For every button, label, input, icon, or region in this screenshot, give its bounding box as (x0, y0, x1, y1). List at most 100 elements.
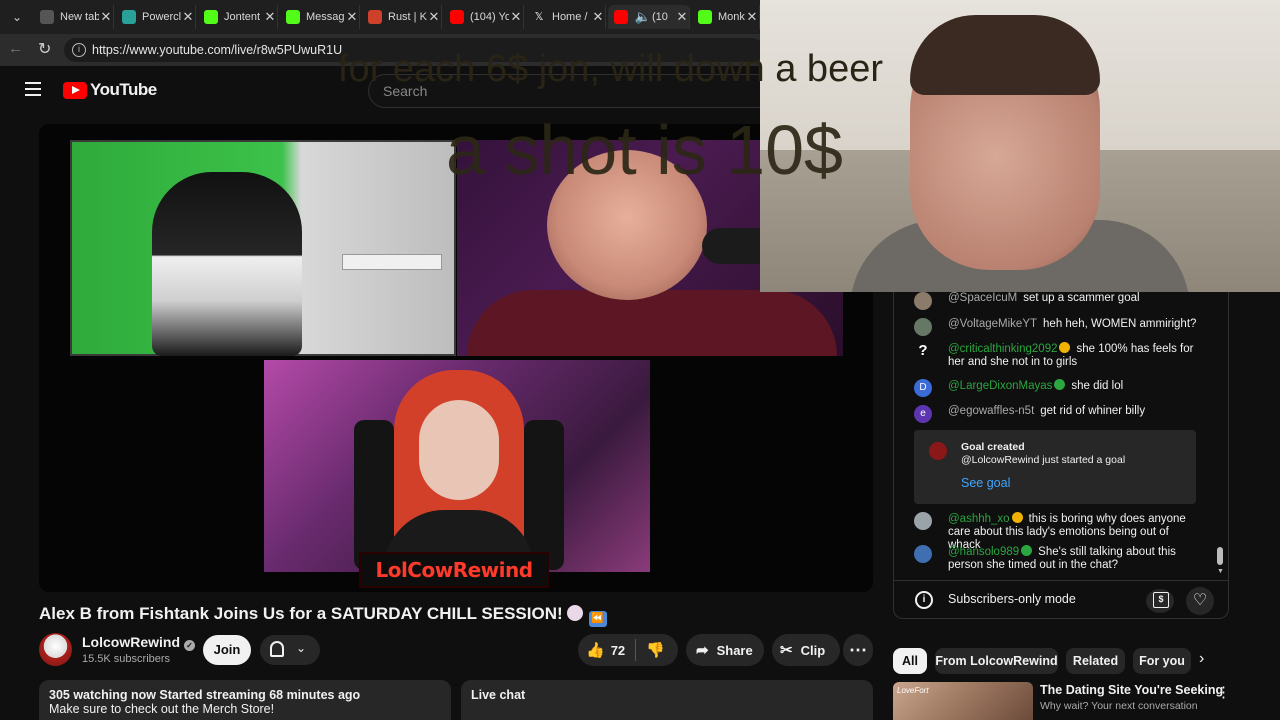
chat-text: set up a scammer goal (1023, 292, 1140, 304)
browser-tab[interactable]: Jontent ✕ (198, 5, 278, 29)
tab-favicon-icon: 𝕏 (532, 10, 546, 24)
browser-tab[interactable]: Monkey ✕ (692, 5, 760, 29)
recommendation-title[interactable]: The Dating Site You're Seeking (1040, 683, 1223, 697)
youtube-wordmark: YouTube (90, 80, 157, 99)
tab-close-icon[interactable]: ✕ (591, 9, 605, 25)
browser-tab[interactable]: New tab ✕ (34, 5, 114, 29)
notification-button[interactable]: ⌄ (260, 635, 320, 665)
menu-icon[interactable] (25, 82, 41, 96)
tab-audio-icon[interactable]: 🔈 (634, 9, 652, 25)
chat-author[interactable]: @ashhh_xo (948, 512, 1023, 525)
tab-favicon-icon (450, 10, 464, 24)
chat-footer: i Subscribers-only mode ♡ (894, 580, 1228, 618)
live-chat-heading: Live chat (471, 688, 526, 702)
browser-tab[interactable]: Powercl ✕ (116, 5, 196, 29)
tab-close-icon[interactable]: ✕ (99, 9, 113, 25)
tab-close-icon[interactable]: ✕ (509, 9, 523, 25)
video-title-text: Alex B from Fishtank Joins Us for a SATU… (39, 604, 563, 623)
thumbs-down-icon[interactable]: 👎 (646, 641, 665, 659)
browser-tab[interactable]: 𝕏 Home / ✕ (526, 5, 606, 29)
chat-avatar[interactable] (914, 318, 932, 336)
chat-avatar[interactable] (914, 512, 932, 530)
browser-tab[interactable]: Messag ✕ (280, 5, 360, 29)
tab-favicon-icon (204, 10, 218, 24)
chevron-right-icon[interactable]: › (1199, 650, 1204, 668)
chat-avatar[interactable]: D (914, 379, 932, 397)
cow-emoji-icon (566, 605, 583, 621)
tab-favicon-icon (368, 10, 382, 24)
tab-label: Messag (306, 11, 345, 23)
tab-close-icon[interactable]: ✕ (181, 9, 195, 25)
site-info-icon[interactable]: i (72, 43, 86, 57)
chip-from-channel[interactable]: From LolcowRewind (935, 648, 1058, 674)
member-badge-icon (1011, 512, 1023, 523)
info-icon[interactable]: i (915, 591, 933, 609)
chat-author[interactable]: @SpaceIcuM (948, 292, 1017, 304)
chat-scrollbar[interactable] (1217, 547, 1223, 565)
browser-tab[interactable]: Rust | K ✕ (362, 5, 442, 29)
tab-favicon-icon (614, 10, 628, 24)
chip-related[interactable]: Related (1066, 648, 1125, 674)
recommendation-thumbnail[interactable]: LoveFort (893, 682, 1033, 720)
clip-label: Clip (800, 642, 826, 658)
tab-close-icon[interactable]: ✕ (263, 9, 277, 25)
chat-message: ? @criticalthinking2092 she 100% has feel… (914, 342, 1199, 369)
chat-avatar[interactable]: e (914, 405, 932, 423)
live-chat-panel: @SpaceIcuM set up a scammer goal @Voltage… (893, 292, 1229, 619)
share-button[interactable]: ➦ Share (686, 634, 764, 666)
chat-message: @hansolo989 She's still talking about thi… (914, 545, 1199, 572)
thumbs-up-icon[interactable]: 👍 (586, 641, 605, 659)
more-vert-icon[interactable]: ⋮ (1216, 683, 1231, 701)
chat-author[interactable]: @LargeDixonMayas (948, 379, 1066, 392)
more-actions-button[interactable]: ⋯ (843, 634, 873, 666)
description-box[interactable]: 305 watching now Started streaming 68 mi… (39, 680, 451, 720)
chat-text: she did lol (1071, 380, 1124, 392)
chat-text: heh heh, WOMEN ammiright? (1043, 318, 1197, 330)
chat-avatar[interactable] (914, 292, 932, 310)
heart-icon[interactable]: ♡ (1186, 587, 1214, 615)
tab-label: New tab (60, 11, 99, 23)
tab-label: Jontent (224, 11, 261, 23)
chat-author[interactable]: @egowaffles-n5t (948, 405, 1034, 417)
back-arrow-icon[interactable]: ← (8, 40, 23, 57)
screen: ⌄ New tab ✕ Powercl ✕ Jontent ✕ Messag ✕… (0, 0, 1280, 720)
channel-avatar[interactable] (39, 633, 72, 666)
chat-author[interactable]: @VoltageMikeYT (948, 318, 1037, 330)
super-chat-icon[interactable] (1146, 589, 1174, 613)
goal-title: Goal created (961, 441, 1025, 453)
chat-mode-text: Subscribers-only mode (948, 592, 1076, 606)
tab-search-chevron-icon[interactable]: ⌄ (6, 6, 28, 28)
goal-avatar (929, 442, 947, 460)
clip-button[interactable]: ✂ Clip (772, 634, 840, 666)
live-chat-section: Live chat (461, 680, 873, 720)
chip-for-you[interactable]: For you (1133, 648, 1191, 674)
verified-icon: ✓ (184, 640, 195, 651)
thumbnail-brand: LoveFort (897, 686, 929, 695)
join-button[interactable]: Join (203, 635, 251, 665)
reload-icon[interactable]: ↻ (38, 39, 51, 59)
chat-avatar[interactable] (914, 545, 932, 563)
channel-name[interactable]: LolcowRewind ✓ (82, 634, 195, 651)
scroll-down-icon[interactable]: ▼ (1217, 568, 1224, 575)
chip-all[interactable]: All (893, 648, 927, 674)
share-icon: ➦ (696, 642, 709, 659)
video-cam-guest (264, 360, 650, 572)
like-count[interactable]: 72 (611, 643, 625, 658)
tab-close-icon[interactable]: ✕ (427, 9, 441, 25)
tab-close-icon[interactable]: ✕ (675, 9, 689, 25)
browser-tab-active[interactable]: 🔈 (10 ✕ (608, 5, 690, 29)
tab-close-icon[interactable]: ✕ (745, 9, 759, 25)
description-text: Make sure to check out the Merch Store! (49, 702, 275, 716)
chevron-down-icon: ⌄ (296, 641, 307, 655)
tab-close-icon[interactable]: ✕ (345, 9, 359, 25)
chat-avatar[interactable]: ? (914, 342, 932, 360)
chat-author[interactable]: @hansolo989 (948, 545, 1033, 558)
youtube-logo[interactable]: YouTube (63, 80, 157, 100)
video-title: Alex B from Fishtank Joins Us for a SATU… (39, 604, 607, 627)
browser-tab[interactable]: (104) Yo ✕ (444, 5, 524, 29)
tab-label: Powercl (142, 11, 181, 23)
see-goal-link[interactable]: See goal (961, 476, 1010, 490)
chat-author[interactable]: @criticalthinking2092 (948, 342, 1071, 355)
recommendation-subtitle: Why wait? Your next conversation (1040, 700, 1198, 712)
video-player[interactable]: LolCowRewind (39, 124, 873, 592)
